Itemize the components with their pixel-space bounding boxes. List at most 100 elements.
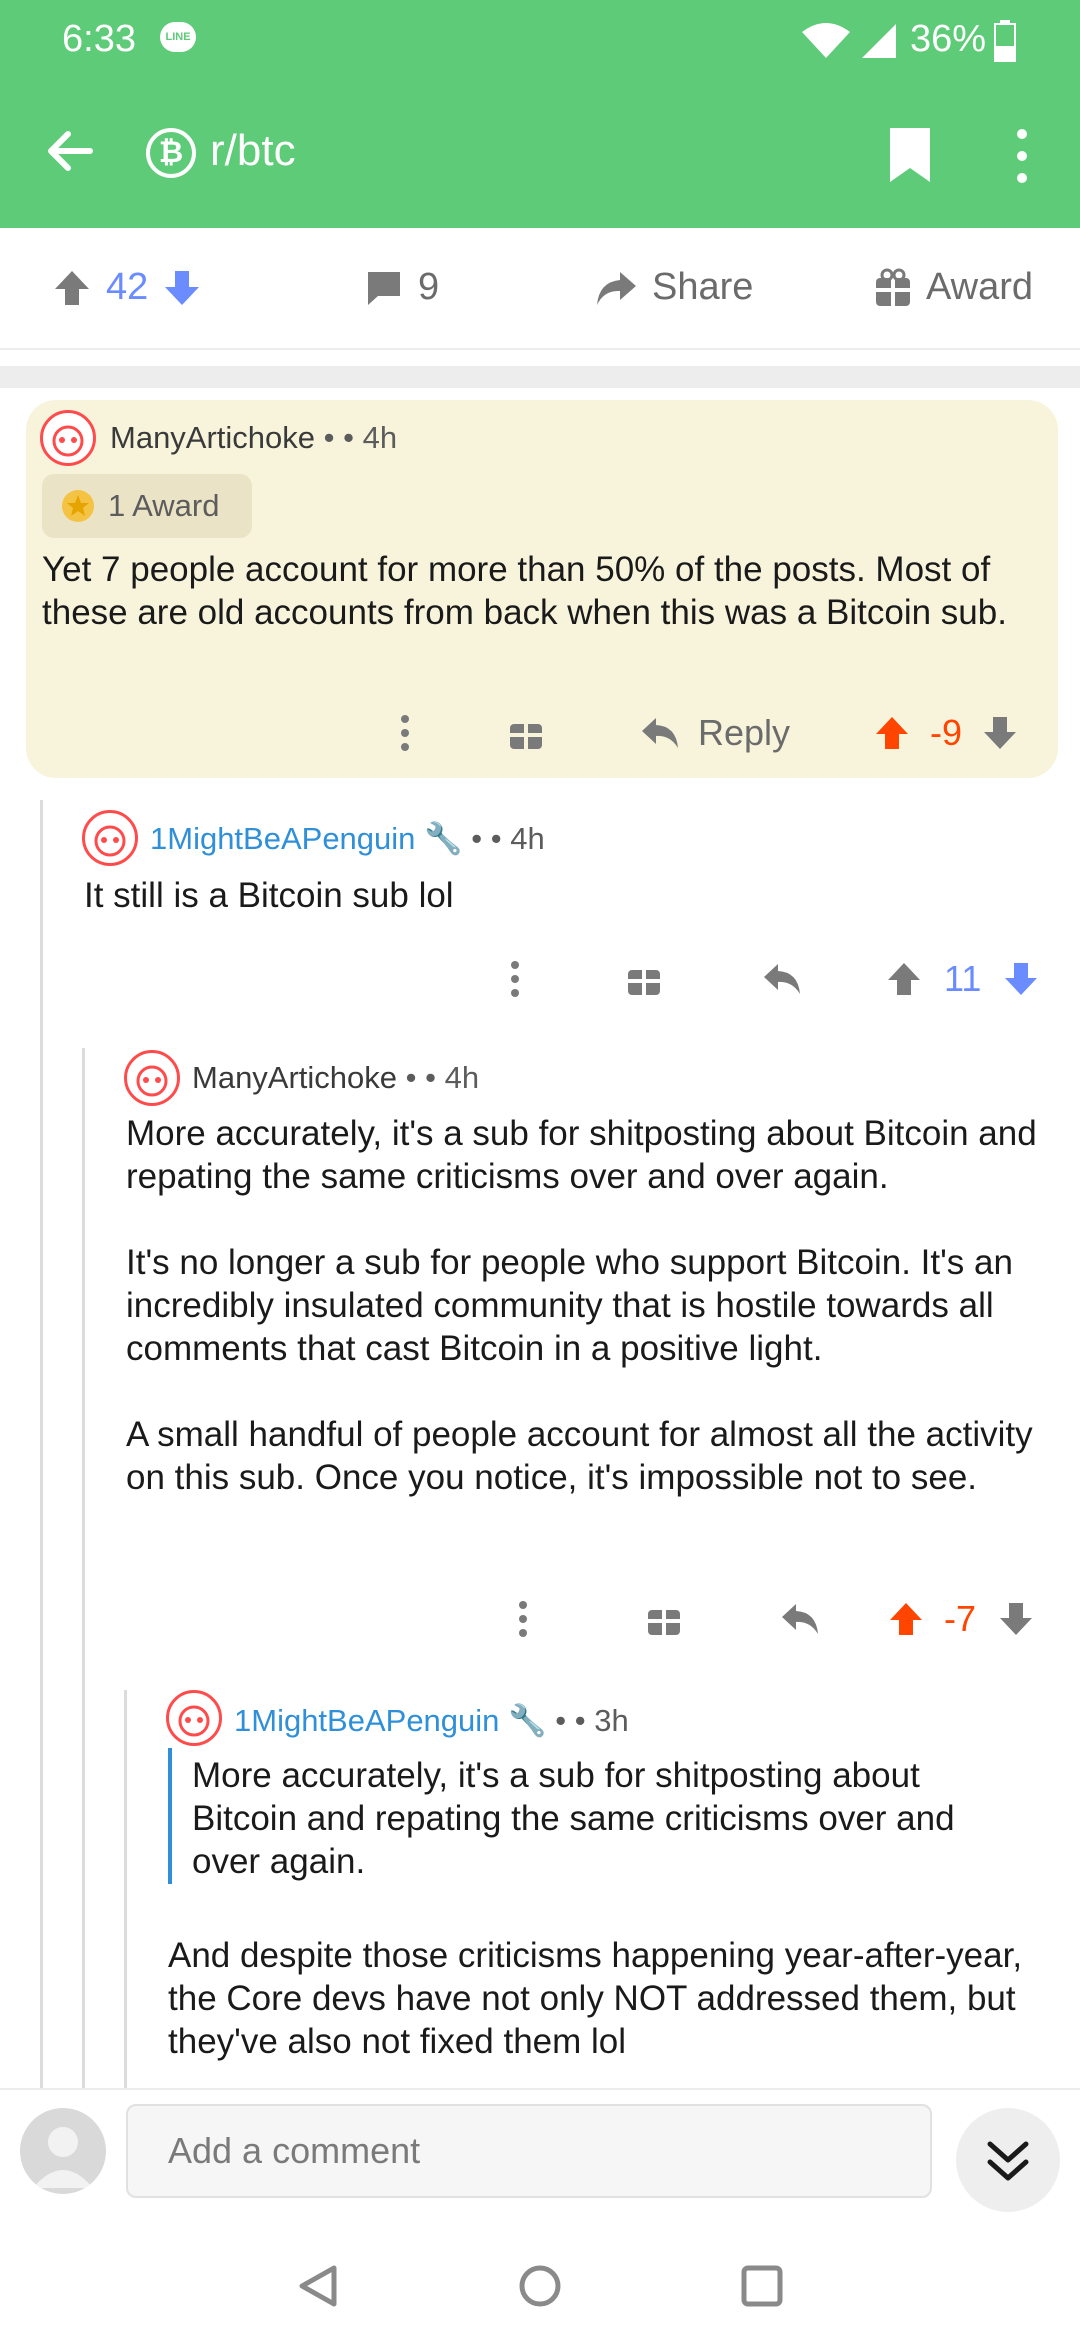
more-options-icon[interactable]	[1012, 128, 1032, 184]
signal-icon	[862, 24, 896, 58]
comment-paragraph: More accurately, it's a sub for shitpost…	[126, 1114, 1037, 1196]
comment-body: It still is a Bitcoin sub lol	[84, 876, 454, 915]
reply-icon[interactable]	[762, 961, 802, 997]
comment-age: • 4h	[343, 420, 398, 455]
award-star-icon	[62, 490, 94, 522]
comment-age: • 4h	[490, 821, 545, 856]
award-button[interactable]: Award	[874, 266, 1033, 309]
downvote-icon[interactable]	[162, 268, 202, 308]
snoo-avatar-icon	[94, 825, 126, 857]
upvote-icon[interactable]	[52, 268, 92, 308]
comment-paragraph: It's no longer a sub for people who supp…	[126, 1243, 1013, 1368]
gift-icon[interactable]	[508, 715, 544, 751]
comment-meta: ManyArtichoke • • 4h	[110, 420, 397, 456]
user-silhouette-icon	[33, 2127, 93, 2188]
reply-icon[interactable]	[780, 1601, 820, 1637]
reply-icon[interactable]	[640, 715, 680, 751]
share-label: Share	[652, 266, 754, 308]
post-score: 42	[106, 266, 149, 308]
comment-paragraph: A small handful of people account for al…	[126, 1415, 1033, 1497]
comment-body: And despite those criticisms happening y…	[168, 1936, 1023, 2061]
award-count: 1 Award	[108, 488, 220, 523]
share-button[interactable]: Share	[594, 266, 753, 309]
more-vertical-icon[interactable]	[508, 959, 522, 999]
comment-age: • 4h	[425, 1060, 480, 1095]
back-arrow-icon[interactable]	[44, 126, 94, 176]
post-vote-group: 42	[52, 266, 202, 309]
snoo-avatar-icon	[178, 1705, 210, 1737]
wifi-icon	[802, 23, 850, 58]
meta-dot: •	[471, 821, 483, 856]
status-bar: 6:33 LINE 36%	[0, 0, 1080, 80]
comment-meta: 1MightBeAPenguin 🔧 • • 4h	[150, 820, 545, 857]
upvote-icon[interactable]	[874, 715, 910, 751]
avatar[interactable]	[40, 410, 96, 466]
comment-input[interactable]: Add a comment	[126, 2104, 932, 2198]
chevron-double-down-icon	[987, 2141, 1029, 2181]
comment-meta: 1MightBeAPenguin 🔧 • • 3h	[234, 1702, 629, 1739]
app-bar: ₿ r/btc	[0, 80, 1080, 228]
comment-body: Yet 7 people account for more than 50% o…	[42, 550, 1007, 632]
more-vertical-icon[interactable]	[398, 713, 412, 753]
thread-line[interactable]	[124, 1690, 127, 2088]
award-badge[interactable]: 1 Award	[42, 474, 252, 538]
thread-line[interactable]	[82, 1048, 85, 2088]
award-label: Award	[926, 266, 1034, 308]
nav-recents-icon[interactable]	[740, 2264, 784, 2308]
meta-dot: •	[405, 1060, 417, 1095]
comment-username[interactable]: 1MightBeAPenguin	[234, 1703, 499, 1738]
battery-icon	[994, 20, 1016, 62]
collapse-button[interactable]	[956, 2108, 1060, 2212]
upvote-icon[interactable]	[886, 961, 922, 997]
battery-percent: 36%	[910, 18, 987, 60]
downvote-icon[interactable]	[1003, 961, 1039, 997]
comment-score: 11	[944, 958, 982, 999]
share-icon	[597, 271, 636, 305]
bookmark-icon[interactable]	[888, 126, 932, 184]
subreddit-name[interactable]: r/btc	[210, 126, 296, 176]
avatar[interactable]	[166, 1690, 222, 1746]
comment-actions: Reply -9	[398, 712, 1018, 754]
comment-body: More accurately, it's a sub for shitpost…	[126, 1112, 1066, 1499]
meta-dot: •	[323, 420, 335, 455]
user-avatar[interactable]	[20, 2108, 106, 2194]
nav-home-icon[interactable]	[518, 2264, 562, 2308]
gift-icon	[876, 268, 910, 306]
wrench-icon: 🔧	[424, 821, 463, 856]
downvote-icon[interactable]	[982, 715, 1018, 751]
comment-quote: More accurately, it's a sub for shitpost…	[192, 1756, 955, 1881]
comment-score: -7	[944, 1598, 977, 1639]
comment-icon	[368, 271, 400, 305]
thread-line[interactable]	[40, 800, 43, 2088]
comment-username[interactable]: ManyArtichoke	[192, 1060, 397, 1095]
avatar[interactable]	[124, 1050, 180, 1106]
comment-actions: 11	[508, 958, 1039, 1000]
comment-score: -9	[930, 712, 963, 753]
line-app-icon: LINE	[160, 22, 196, 52]
gift-icon[interactable]	[626, 961, 662, 997]
comment-actions: -7	[516, 1598, 1034, 1640]
avatar[interactable]	[82, 810, 138, 866]
quote-bar	[168, 1748, 172, 1884]
comments-count-button[interactable]: 9	[364, 266, 439, 309]
upvote-icon[interactable]	[888, 1601, 924, 1637]
snoo-avatar-icon	[136, 1065, 168, 1097]
comments-count: 9	[418, 266, 440, 308]
comment-input-bar: Add a comment	[0, 2088, 1080, 2230]
more-vertical-icon[interactable]	[516, 1599, 530, 1639]
system-nav-bar	[0, 2228, 1080, 2340]
nav-back-icon[interactable]	[296, 2264, 340, 2308]
comment-username[interactable]: 1MightBeAPenguin	[150, 821, 415, 856]
meta-dot: •	[555, 1703, 567, 1738]
status-time: 6:33	[62, 18, 136, 60]
post-actions-bar: 42 9 Share Award	[0, 228, 1080, 350]
subreddit-icon: ₿	[146, 128, 196, 178]
reply-label[interactable]: Reply	[698, 712, 790, 754]
comment-meta: ManyArtichoke • • 4h	[192, 1060, 479, 1096]
comment-username[interactable]: ManyArtichoke	[110, 420, 315, 455]
gift-icon[interactable]	[646, 1601, 682, 1637]
comment-age: • 3h	[574, 1703, 629, 1738]
wrench-icon: 🔧	[508, 1703, 547, 1738]
snoo-avatar-icon	[52, 425, 84, 457]
downvote-icon[interactable]	[998, 1601, 1034, 1637]
